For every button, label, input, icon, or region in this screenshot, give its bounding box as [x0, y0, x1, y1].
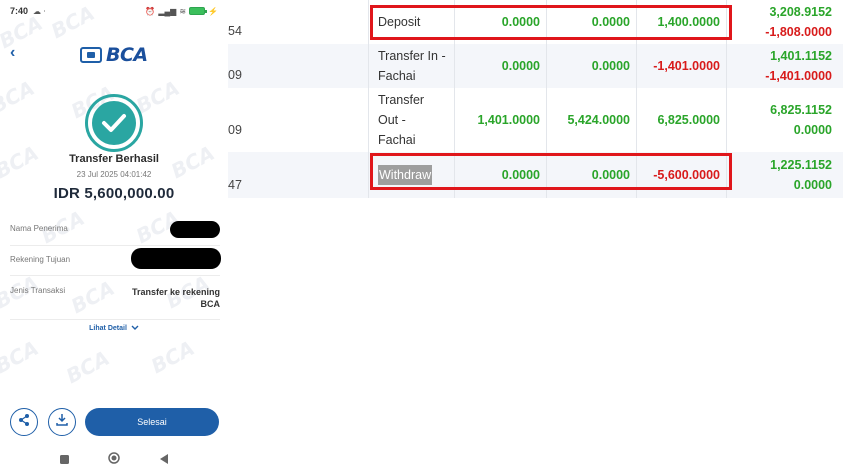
row-id-suffix: 47 — [228, 178, 242, 192]
detail-label: Jenis Transaksi — [10, 286, 66, 295]
charging-icon: ⚡ — [208, 6, 218, 16]
amount-cell: -1,401.0000 — [653, 59, 720, 73]
watermark: BCA — [0, 75, 39, 119]
amount-cell: 0.0000 — [501, 59, 540, 73]
balance-cell: 3,208.9152 -1,808.0000 — [728, 0, 832, 44]
detail-label: Nama Penerima — [10, 224, 68, 233]
wifi-icon: ≋ — [179, 6, 187, 16]
amount-cell: 0.0000 — [591, 15, 630, 29]
detail-value-line: Transfer ke rekening — [131, 287, 220, 297]
transaction-type: Deposit — [378, 15, 421, 29]
bca-logo: BCA — [80, 44, 148, 66]
row-id-text: 09 — [228, 123, 242, 137]
download-button[interactable] — [48, 408, 76, 436]
balance-value: -1,808.0000 — [765, 25, 832, 39]
balance-value: 1,225.1152 — [770, 158, 832, 172]
amount-cell: 0.0000 — [501, 168, 540, 182]
android-nav-bar — [0, 448, 228, 472]
detail-row-transaction-type: Jenis Transaksi Transfer ke rekening BCA — [10, 276, 220, 320]
bca-logo-mark-icon — [80, 47, 102, 63]
amount-cell: 5,424.0000 — [567, 113, 630, 127]
row-id-suffix: 09 — [228, 88, 368, 152]
nav-square-icon[interactable] — [59, 451, 69, 469]
redacted-recipient-name — [170, 221, 220, 238]
redacted-account-number — [131, 248, 221, 269]
share-icon — [17, 413, 31, 432]
transaction-type: Transfer In - Fachai — [378, 49, 446, 83]
balance-value: 0.0000 — [793, 123, 832, 137]
transfer-status-title: Transfer Berhasil — [69, 153, 159, 165]
amount-cell: 0.0000 — [501, 15, 540, 29]
transfer-date: 23 Jul 2025 04:01:42 — [76, 170, 152, 179]
detail-value: Transfer ke rekening BCA — [132, 286, 220, 310]
balance-cell: 1,401.1152 -1,401.0000 — [728, 44, 832, 88]
balance-cell: 1,225.1152 0.0000 — [728, 152, 832, 198]
transaction-type: Transfer Out - Fachai — [378, 93, 425, 147]
balance-value: -1,401.0000 — [765, 69, 832, 83]
detail-row-account: Rekening Tujuan — [10, 246, 221, 276]
back-arrow-icon[interactable]: ‹ — [10, 44, 28, 62]
watermark: BCA — [62, 345, 114, 389]
balance-value: 3,208.9152 — [769, 5, 832, 19]
watermark: BCA — [0, 335, 43, 379]
status-time: 7:40 — [10, 6, 29, 16]
table-row: 09 Transfer In - Fachai 0.0000 0.0000 -1… — [228, 44, 843, 88]
battery-icon — [189, 7, 208, 15]
status-icons: ⏰ ▂▄▆ ≋ ⚡ — [145, 7, 218, 16]
amount-cell: 1,400.0000 — [657, 15, 720, 29]
detail-row-recipient: Nama Penerima — [10, 216, 220, 246]
view-details-link[interactable]: Lihat Detail — [0, 325, 228, 332]
view-details-label: Lihat Detail — [89, 325, 127, 332]
balance-cell: 6,825.1152 0.0000 — [728, 88, 832, 152]
signal-icon: ▂▄▆ — [158, 6, 177, 16]
transaction-type: Withdraw — [378, 152, 458, 198]
detail-value-line: BCA — [200, 299, 221, 309]
nav-circle-icon[interactable] — [107, 451, 120, 469]
amount-cell: 6,825.0000 — [657, 113, 720, 127]
selected-text: Withdraw — [378, 165, 433, 185]
transfer-amount: IDR 5,600,000.00 — [53, 185, 175, 202]
check-icon — [92, 101, 136, 145]
row-id-suffix: 09 — [228, 68, 242, 82]
table-row: 54 Deposit 0.0000 0.0000 1,400.0000 3,20… — [228, 0, 843, 44]
finish-button[interactable]: Selesai — [85, 408, 219, 436]
balance-value: 6,825.1152 — [770, 103, 832, 117]
row-id-suffix: 54 — [228, 24, 242, 38]
status-bar: 7:40 ☁ ⋅ ⏰ ▂▄▆ ≋ ⚡ — [0, 0, 228, 22]
balance-value: 0.0000 — [793, 178, 832, 192]
bca-logo-text: BCA — [106, 44, 148, 66]
alarm-icon: ⏰ — [145, 6, 156, 16]
success-badge — [85, 94, 143, 152]
download-icon — [55, 413, 69, 432]
table-row: 47 Withdraw 0.0000 0.0000 -5,600.0000 1,… — [228, 152, 843, 198]
amount-cell: 1,401.0000 — [477, 113, 540, 127]
watermark: BCA — [147, 335, 199, 379]
amount-cell: 0.0000 — [591, 168, 630, 182]
balance-value: 1,401.1152 — [770, 49, 832, 63]
detail-label: Rekening Tujuan — [10, 255, 71, 264]
cloud-icon: ☁ ⋅ — [33, 6, 46, 16]
amount-cell: -5,600.0000 — [653, 168, 720, 182]
amount-cell: 0.0000 — [591, 59, 630, 73]
chevron-down-icon — [129, 325, 139, 332]
table-row: 09 Transfer Out - Fachai 1,401.0000 5,42… — [228, 88, 843, 152]
nav-back-triangle-icon[interactable] — [159, 451, 169, 469]
phone-screen: BCA BCA BCA BCA BCA BCA BCA BCA BCA BCA … — [0, 0, 228, 472]
transaction-ledger: 54 Deposit 0.0000 0.0000 1,400.0000 3,20… — [228, 0, 843, 198]
share-button[interactable] — [10, 408, 38, 436]
